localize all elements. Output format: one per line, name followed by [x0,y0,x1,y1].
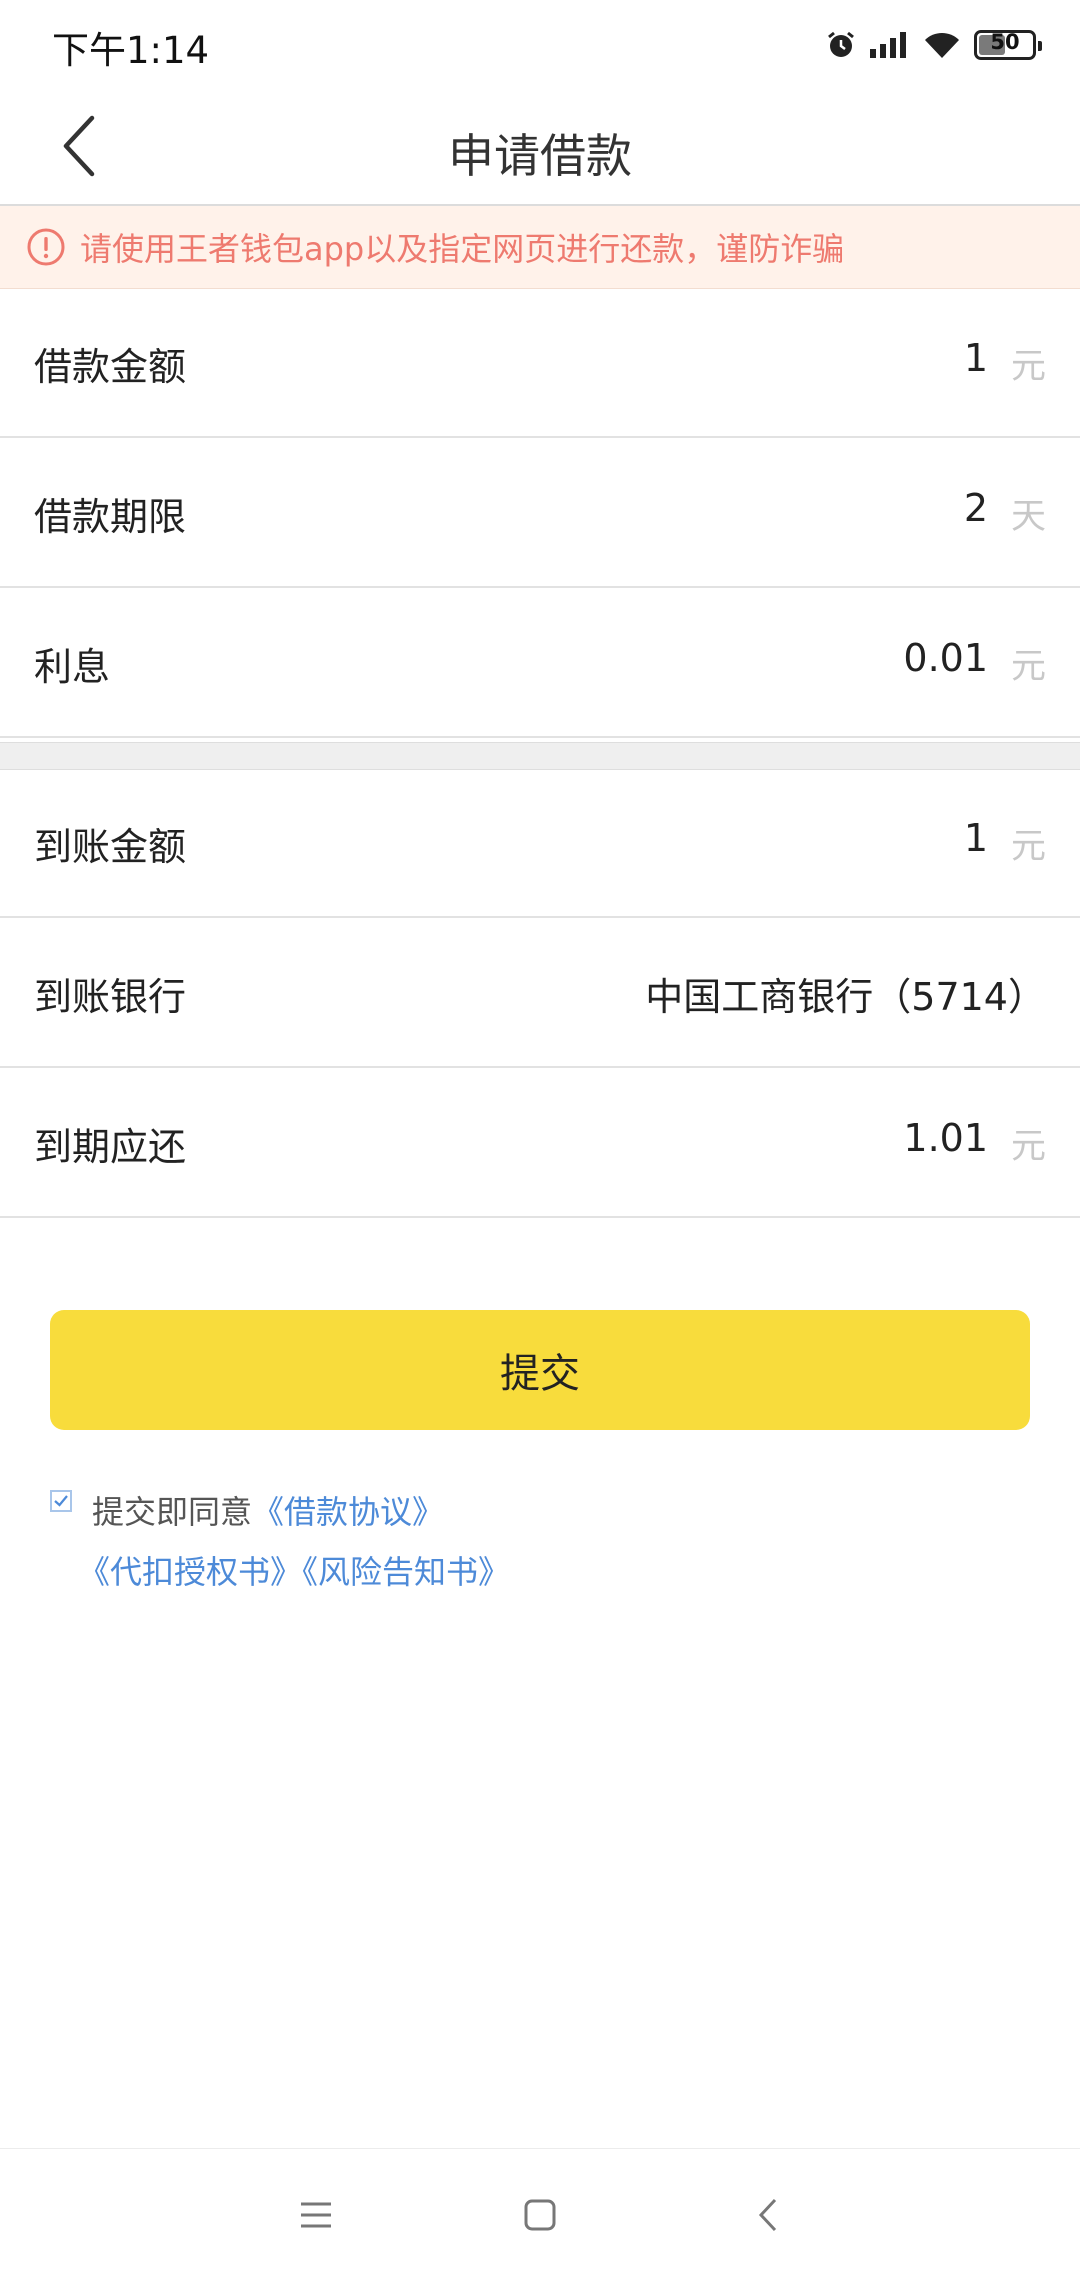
status-bar: 下午1:14 50 [0,0,1080,90]
page-title: 申请借款 [448,129,632,183]
row-label: 利息 [34,645,111,689]
interest-row: 利息 0.01 元 [0,590,1080,738]
loan-amount-value: 1 [963,336,988,380]
alarm-icon [828,31,854,57]
loan-term-row[interactable]: 借款期限 2 天 [0,440,1080,588]
unit-label: 元 [1010,647,1046,687]
battery-icon: 50 [974,30,1042,60]
section-divider [0,742,1080,770]
status-icons: 50 [826,22,1042,68]
signal-icon [870,32,906,58]
unit-label: 元 [1010,347,1046,387]
agreement-line-1: 提交即同意《借款协议》 [92,1482,444,1542]
nav-home-button[interactable] [510,2185,570,2245]
warning-notice: 请使用王者钱包app以及指定网页进行还款，谨防诈骗 [0,206,1080,289]
row-label: 借款期限 [34,495,187,539]
wifi-icon [925,32,959,58]
status-time: 下午1:14 [52,29,210,72]
agreement-prefix: 提交即同意 [92,1493,253,1531]
loan-agreement-link[interactable]: 《借款协议》 [252,1493,444,1531]
submit-button[interactable]: 提交 [50,1310,1030,1430]
nav-menu-button[interactable] [286,2185,346,2245]
row-label: 到账银行 [34,975,187,1019]
battery-percent: 50 [990,30,1020,54]
receive-amount-value: 1 [963,816,988,860]
row-label: 借款金额 [34,345,187,389]
receive-bank-row[interactable]: 到账银行 中国工商银行（5714） [0,920,1080,1068]
due-amount-value: 1.01 [903,1116,988,1160]
notice-text: 请使用王者钱包app以及指定网页进行还款，谨防诈骗 [80,230,845,268]
system-nav-bar [0,2148,1080,2281]
agreement-line-2: 《代扣授权书》《风险告知书》 [78,1542,510,1602]
row-label: 到账金额 [34,825,187,869]
unit-label: 天 [1010,497,1046,537]
bank-value: 中国工商银行（5714） [645,975,1046,1019]
check-icon [54,1495,68,1507]
unit-label: 元 [1010,827,1046,867]
interest-value: 0.01 [903,636,988,680]
due-amount-row: 到期应还 1.01 元 [0,1070,1080,1218]
debit-authorization-link[interactable]: 《代扣授权书》 [78,1553,302,1591]
header: 申请借款 [0,90,1080,206]
menu-icon [301,2202,331,2228]
agreement-checkbox[interactable] [50,1490,72,1512]
receive-amount-row: 到账金额 1 元 [0,770,1080,918]
loan-term-value: 2 [963,486,988,530]
home-icon [524,2199,556,2231]
nav-back-button[interactable] [738,2185,798,2245]
alert-icon [27,228,65,266]
risk-notice-link[interactable]: 《风险告知书》 [302,1553,510,1591]
unit-label: 元 [1010,1127,1046,1167]
row-label: 到期应还 [34,1125,187,1169]
back-icon [758,2198,777,2232]
loan-amount-row[interactable]: 借款金额 1 元 [0,290,1080,438]
